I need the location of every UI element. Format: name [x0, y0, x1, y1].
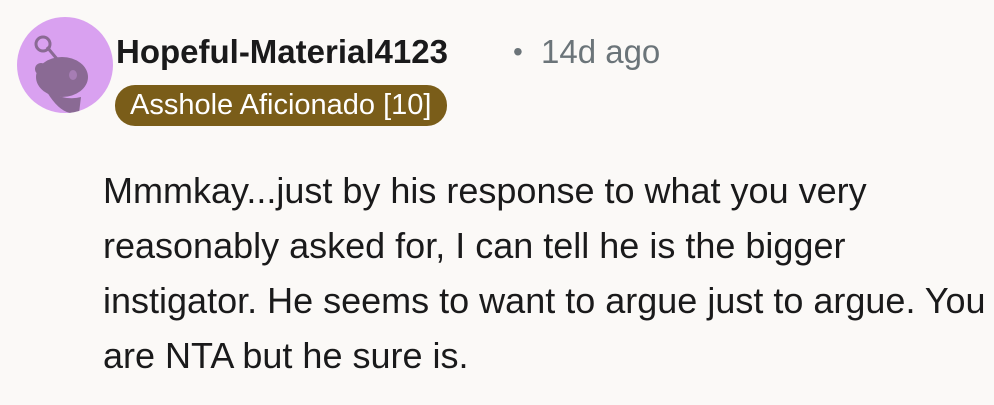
meta-separator: •: [513, 36, 523, 67]
comment-body: Mmmkay...just by his response to what yo…: [103, 170, 986, 376]
comment: Hopeful-Material4123 • 14d ago Asshole A…: [0, 0, 994, 405]
user-flair-badge: Asshole Aficionado [10]: [115, 85, 448, 126]
snoo-avatar-icon: [17, 17, 113, 113]
comment-timestamp[interactable]: 14d ago: [541, 30, 660, 74]
user-avatar[interactable]: [17, 17, 113, 113]
username-link[interactable]: Hopeful-Material4123: [116, 30, 448, 74]
